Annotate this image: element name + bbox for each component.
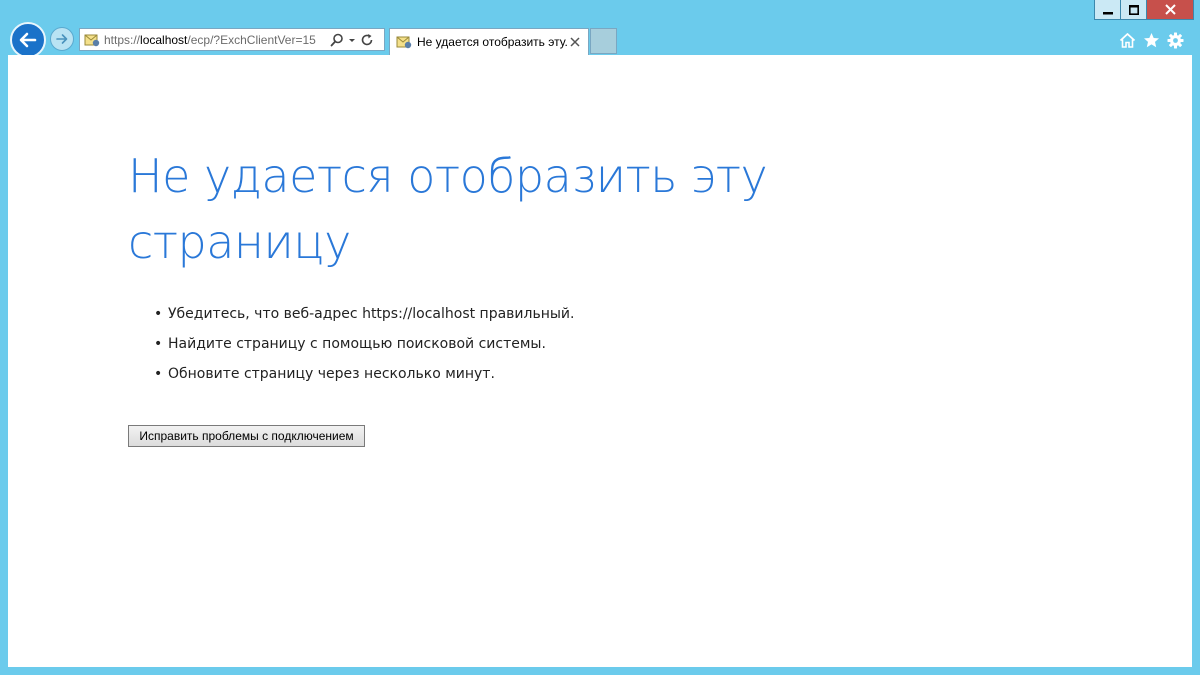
close-icon	[570, 37, 580, 47]
maximize-button[interactable]	[1121, 0, 1147, 20]
page-content: Не удается отобразить эту страницу • Убед…	[8, 55, 1192, 667]
home-button[interactable]	[1117, 30, 1137, 50]
bullet: •	[154, 306, 163, 322]
bullet: •	[154, 366, 163, 382]
page-error-icon	[84, 34, 100, 46]
list-item: • Убедитесь, что веб-адрес https://localh…	[154, 303, 574, 333]
arrow-right-icon	[56, 34, 68, 44]
refresh-icon[interactable]	[360, 33, 374, 47]
home-icon	[1119, 32, 1135, 48]
search-icon[interactable]	[330, 33, 344, 47]
favorites-button[interactable]	[1141, 30, 1161, 50]
tip-text: Найдите страницу с помощью поисковой сис…	[168, 336, 546, 352]
star-icon	[1143, 32, 1159, 47]
tab-active[interactable]: Не удается отобразить эту...	[389, 28, 589, 55]
tab-title: Не удается отобразить эту...	[417, 35, 567, 49]
list-item: • Найдите страницу с помощью поисковой си…	[154, 333, 574, 363]
troubleshooting-list: • Убедитесь, что веб-адрес https://localh…	[154, 303, 574, 393]
gear-icon	[1167, 32, 1183, 48]
minimize-icon	[1102, 11, 1113, 14]
close-window-button[interactable]	[1147, 0, 1194, 20]
page-error-icon	[396, 36, 412, 49]
minimize-button[interactable]	[1094, 0, 1121, 20]
address-bar[interactable]: https://localhost/ecp/?ExchClientVer=15	[79, 28, 385, 51]
tools-button[interactable]	[1165, 30, 1185, 50]
url-text[interactable]: https://localhost/ecp/?ExchClientVer=15	[104, 33, 326, 47]
forward-button[interactable]	[50, 27, 74, 51]
maximize-icon	[1128, 4, 1139, 15]
chevron-down-icon[interactable]	[348, 33, 356, 47]
new-tab-button[interactable]	[590, 28, 617, 54]
tip-text: Убедитесь, что веб-адрес https://localho…	[168, 306, 575, 322]
back-button[interactable]	[10, 22, 46, 58]
close-tab-button[interactable]	[569, 36, 581, 48]
page-title: Не удается отобразить эту страницу	[128, 149, 768, 269]
list-item: • Обновите страницу через несколько минут…	[154, 363, 574, 393]
bullet: •	[154, 336, 163, 352]
arrow-left-icon	[19, 32, 37, 48]
fix-connection-button[interactable]: Исправить проблемы с подключением	[128, 425, 365, 447]
tip-text: Обновите страницу через несколько минут.	[168, 366, 495, 382]
close-icon	[1164, 4, 1176, 15]
